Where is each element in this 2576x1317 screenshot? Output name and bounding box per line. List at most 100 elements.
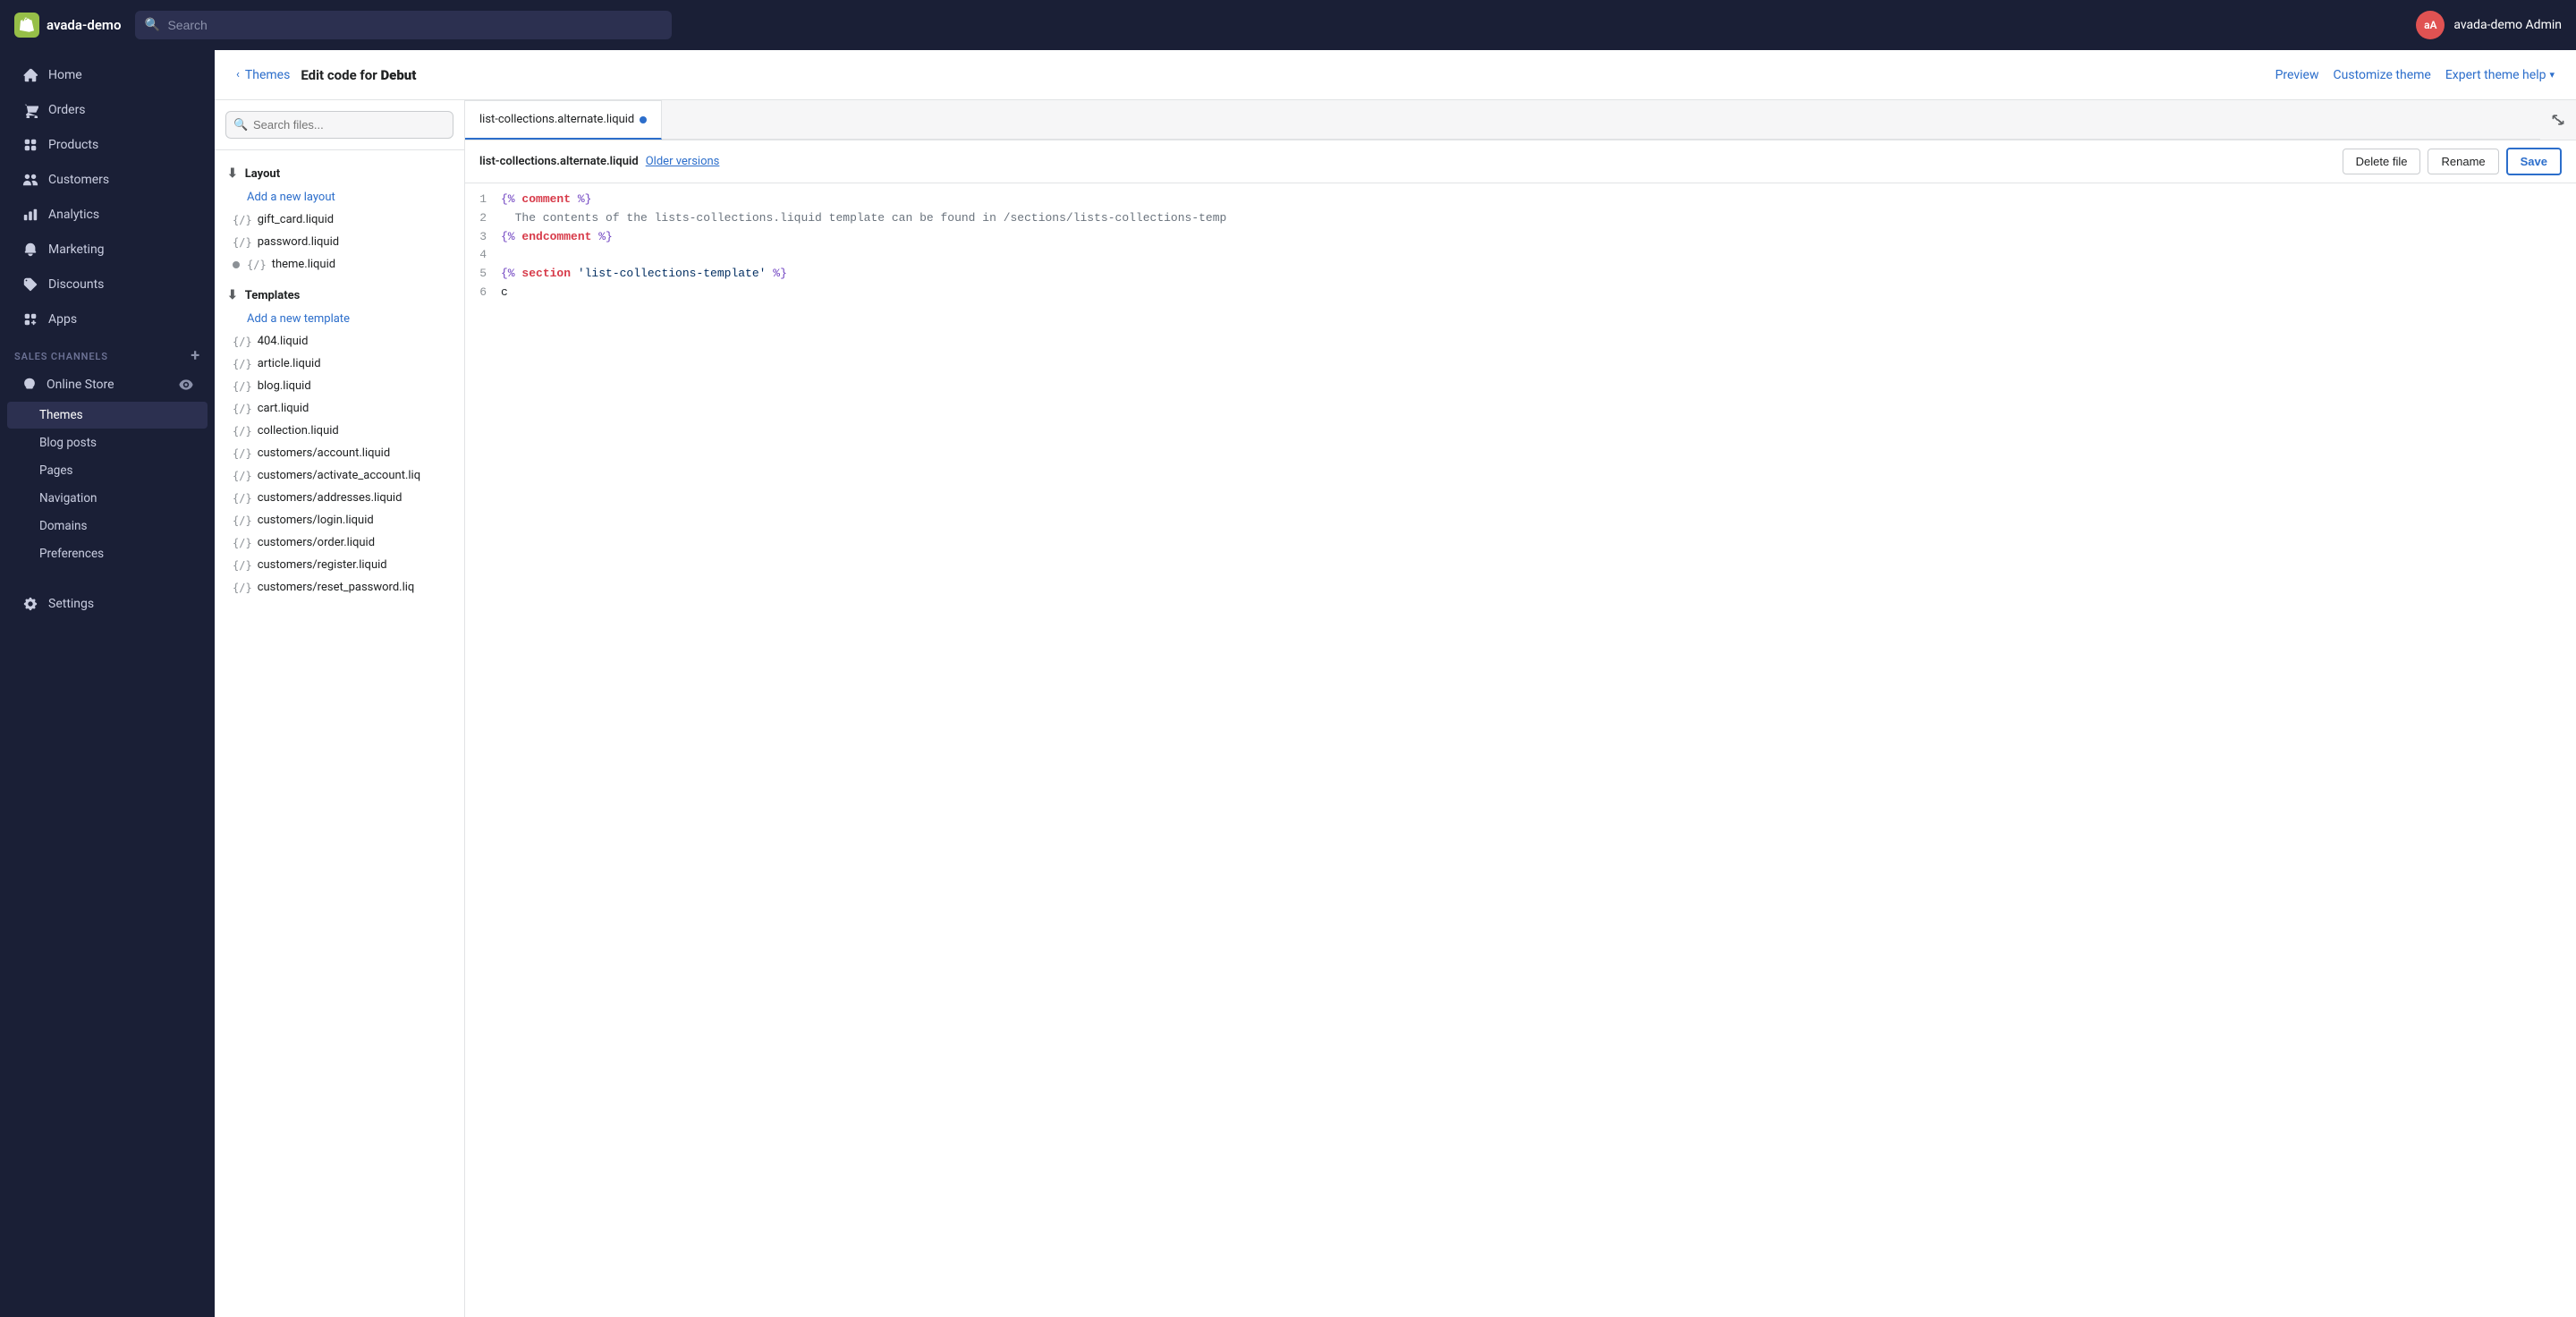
add-sales-channel-button[interactable]: + — [191, 348, 200, 364]
code-line-4: 4 — [465, 246, 2576, 265]
liquid-file-icon: {/} — [233, 358, 252, 370]
settings-icon — [21, 595, 39, 613]
sidebar-sub-item-pages[interactable]: Pages — [7, 457, 208, 484]
sidebar-item-settings[interactable]: Settings — [7, 587, 208, 621]
sales-channels-label: SALES CHANNELS + — [0, 337, 215, 368]
file-item-cart[interactable]: {/} cart.liquid — [215, 397, 464, 420]
sidebar-item-products[interactable]: Products — [7, 128, 208, 162]
sidebar-item-apps[interactable]: Apps — [7, 302, 208, 336]
sub-header: ‹ Themes Edit code for Debut Preview Cus… — [215, 50, 2576, 100]
search-area: 🔍 — [135, 11, 672, 39]
liquid-file-icon: {/} — [247, 259, 267, 271]
folder-download-icon-2: ⬇ — [227, 288, 238, 302]
sidebar-sub-item-blog-posts[interactable]: Blog posts — [7, 429, 208, 456]
add-template-link[interactable]: Add a new template — [215, 308, 464, 330]
search-icon: 🔍 — [144, 18, 159, 32]
modified-dot-icon — [233, 261, 240, 268]
search-input[interactable] — [135, 11, 672, 39]
sidebar-item-home[interactable]: Home — [7, 58, 208, 92]
file-search-icon: 🔍 — [233, 118, 248, 132]
code-content[interactable]: 1 {% comment %} 2 The contents of the li… — [465, 183, 2576, 1317]
expand-editor-button[interactable] — [2540, 100, 2576, 140]
liquid-file-icon: {/} — [233, 403, 252, 415]
content-area: ‹ Themes Edit code for Debut Preview Cus… — [215, 50, 2576, 1317]
file-item-customers-register[interactable]: {/} customers/register.liquid — [215, 554, 464, 576]
liquid-file-icon: {/} — [233, 425, 252, 438]
editor-layout: 🔍 ⬇ Layout Add a new layout {/} gift_car… — [215, 100, 2576, 1317]
breadcrumb-link[interactable]: Themes — [245, 68, 290, 82]
editor-tab-active[interactable]: list-collections.alternate.liquid — [465, 100, 662, 140]
file-item-customers-addresses[interactable]: {/} customers/addresses.liquid — [215, 487, 464, 509]
avatar[interactable]: aA — [2416, 11, 2445, 39]
breadcrumb: ‹ Themes Edit code for Debut — [236, 67, 416, 83]
top-nav-right: aA avada-demo Admin — [2416, 11, 2562, 39]
sidebar-sub-label-themes: Themes — [39, 408, 83, 422]
sidebar-item-marketing[interactable]: Marketing — [7, 233, 208, 267]
file-item-customers-account[interactable]: {/} customers/account.liquid — [215, 442, 464, 464]
expert-theme-help-link[interactable]: Expert theme help ▾ — [2445, 68, 2555, 82]
sidebar-item-analytics[interactable]: Analytics — [7, 198, 208, 232]
customize-theme-link[interactable]: Customize theme — [2334, 68, 2431, 82]
templates-section-header: ⬇ Templates — [215, 283, 464, 308]
sidebar-sub-item-preferences[interactable]: Preferences — [7, 540, 208, 567]
home-icon — [21, 66, 39, 84]
file-item-collection[interactable]: {/} collection.liquid — [215, 420, 464, 442]
sidebar-label-home: Home — [48, 68, 82, 82]
liquid-file-icon: {/} — [233, 336, 252, 348]
sidebar-item-customers[interactable]: Customers — [7, 163, 208, 197]
code-line-3: 3 {% endcomment %} — [465, 228, 2576, 247]
file-list: ⬇ Layout Add a new layout {/} gift_card.… — [215, 150, 464, 1317]
code-line-1: 1 {% comment %} — [465, 191, 2576, 209]
sidebar-label-products: Products — [48, 138, 98, 152]
page-title: Edit code for Debut — [301, 67, 416, 83]
file-item-article[interactable]: {/} article.liquid — [215, 353, 464, 375]
rename-button[interactable]: Rename — [2428, 149, 2498, 174]
code-editor: list-collections.alternate.liquid list-c… — [465, 100, 2576, 1317]
file-item-gift-card[interactable]: {/} gift_card.liquid — [215, 208, 464, 231]
shopify-logo-icon — [14, 13, 39, 38]
save-button[interactable]: Save — [2506, 148, 2562, 175]
sidebar-item-online-store[interactable]: Online Store — [7, 369, 208, 401]
older-versions-link[interactable]: Older versions — [646, 155, 720, 168]
brand[interactable]: avada-demo — [14, 13, 121, 38]
sidebar-sub-item-themes[interactable]: Themes — [7, 402, 208, 429]
liquid-file-icon: {/} — [233, 380, 252, 393]
sidebar-label-apps: Apps — [48, 312, 77, 327]
sidebar-sub-label-pages: Pages — [39, 463, 73, 478]
sidebar-label-discounts: Discounts — [48, 277, 104, 292]
file-item-customers-order[interactable]: {/} customers/order.liquid — [215, 531, 464, 554]
sidebar-sub-item-navigation[interactable]: Navigation — [7, 485, 208, 512]
file-item-password[interactable]: {/} password.liquid — [215, 231, 464, 253]
file-item-customers-activate[interactable]: {/} customers/activate_account.liq — [215, 464, 464, 487]
delete-file-button[interactable]: Delete file — [2343, 149, 2421, 174]
file-panel: 🔍 ⬇ Layout Add a new layout {/} gift_car… — [215, 100, 465, 1317]
preview-link[interactable]: Preview — [2275, 68, 2319, 82]
liquid-file-icon: {/} — [233, 214, 252, 226]
products-icon — [21, 136, 39, 154]
sidebar-item-orders[interactable]: Orders — [7, 93, 208, 127]
file-search-input[interactable] — [225, 111, 453, 139]
file-item-404[interactable]: {/} 404.liquid — [215, 330, 464, 353]
file-search-area: 🔍 — [215, 100, 464, 150]
customers-icon — [21, 171, 39, 189]
templates-section-label: Templates — [245, 289, 301, 302]
sidebar-sub-label-blog-posts: Blog posts — [39, 436, 97, 450]
analytics-icon — [21, 206, 39, 224]
tab-filename: list-collections.alternate.liquid — [479, 113, 634, 126]
sidebar: Home Orders Products Customers Analytics — [0, 50, 215, 1317]
sidebar-item-discounts[interactable]: Discounts — [7, 268, 208, 302]
sidebar-label-customers: Customers — [48, 173, 109, 187]
editor-filename: list-collections.alternate.liquid — [479, 155, 639, 168]
top-nav: avada-demo 🔍 aA avada-demo Admin — [0, 0, 2576, 50]
file-item-theme[interactable]: {/} theme.liquid — [215, 253, 464, 276]
sidebar-sub-item-domains[interactable]: Domains — [7, 513, 208, 540]
file-item-customers-reset[interactable]: {/} customers/reset_password.liq — [215, 576, 464, 599]
liquid-file-icon: {/} — [233, 492, 252, 505]
sidebar-sub-label-domains: Domains — [39, 519, 87, 533]
add-layout-link[interactable]: Add a new layout — [215, 186, 464, 208]
file-item-blog[interactable]: {/} blog.liquid — [215, 375, 464, 397]
liquid-file-icon: {/} — [233, 559, 252, 572]
liquid-file-icon: {/} — [233, 447, 252, 460]
sidebar-label-orders: Orders — [48, 103, 86, 117]
file-item-customers-login[interactable]: {/} customers/login.liquid — [215, 509, 464, 531]
